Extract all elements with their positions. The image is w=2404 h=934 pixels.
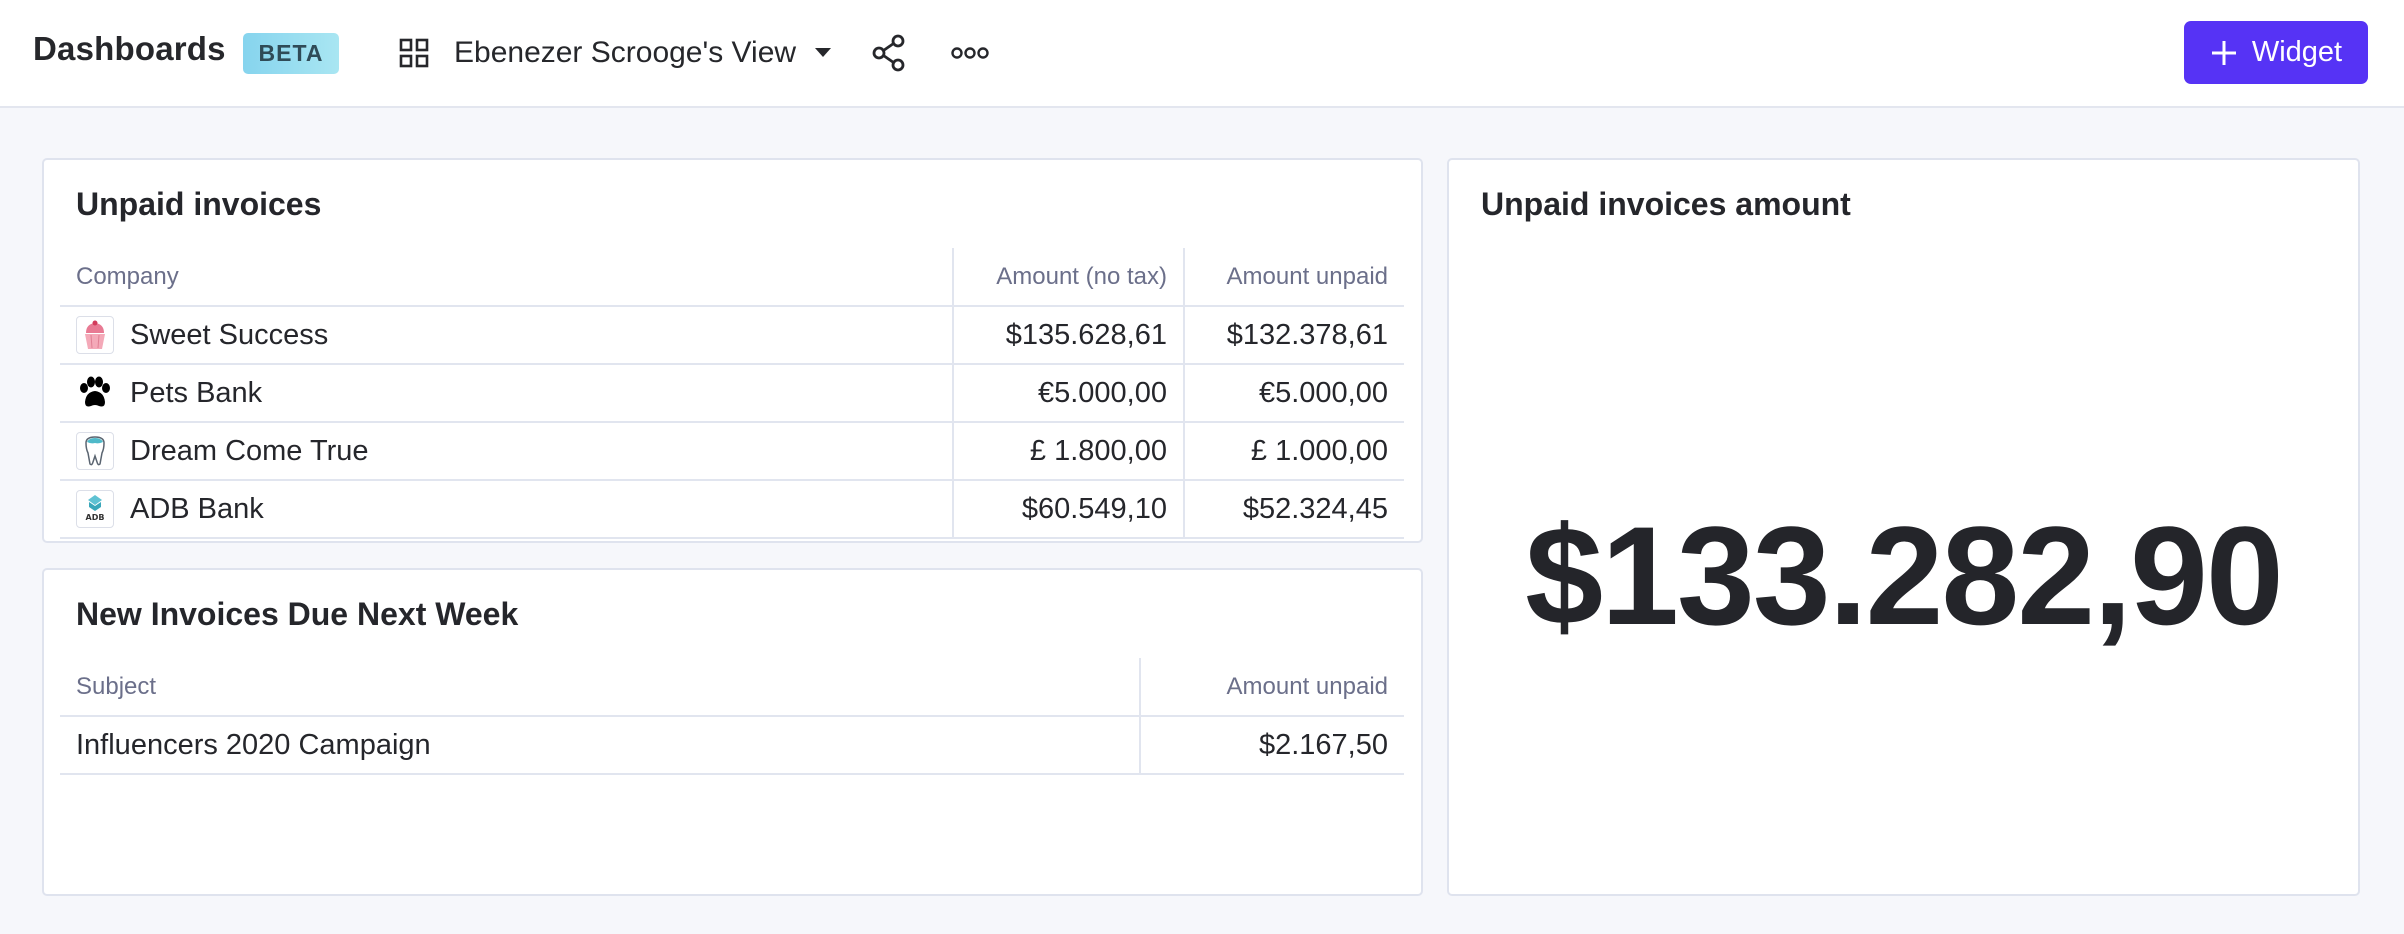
- table-row[interactable]: Sweet Success $135.628,61 $132.378,61: [60, 306, 1404, 365]
- column-header-company[interactable]: Company: [60, 248, 953, 307]
- adb-bank-logo: ADB: [76, 490, 114, 528]
- add-widget-button[interactable]: Widget: [2184, 21, 2368, 84]
- amount-no-tax: $135.628,61: [952, 306, 1184, 365]
- unpaid-amount-title: Unpaid invoices amount: [1481, 186, 1851, 222]
- column-header-amount-unpaid[interactable]: Amount unpaid: [1139, 658, 1404, 717]
- amount-no-tax: €5.000,00: [952, 364, 1184, 423]
- cupcake-icon: [76, 316, 114, 354]
- invoices-due-next-week-widget: New Invoices Due Next Week Subject Amoun…: [42, 568, 1423, 896]
- view-selector[interactable]: Ebenezer Scrooge's View: [398, 28, 832, 78]
- share-button[interactable]: [866, 30, 912, 76]
- amount-unpaid: $132.378,61: [1183, 306, 1404, 365]
- company-name: Sweet Success: [130, 318, 329, 351]
- more-horizontal-icon: [951, 47, 989, 59]
- table-row[interactable]: Dream Come True £ 1.800,00 £ 1.000,00: [60, 422, 1404, 481]
- page-title: Dashboards: [33, 30, 226, 67]
- unpaid-invoices-widget: Unpaid invoices Company Amount (no tax) …: [42, 158, 1423, 543]
- table-row[interactable]: Pets Bank €5.000,00 €5.000,00: [60, 364, 1404, 423]
- table-row[interactable]: ADB ADB Bank $60.549,10 $52.324,45: [60, 480, 1404, 539]
- more-options-button[interactable]: [947, 30, 993, 76]
- unpaid-amount-widget: Unpaid invoices amount $133.282,90: [1447, 158, 2360, 896]
- amount-no-tax: $60.549,10: [952, 480, 1184, 539]
- amount-unpaid: $2.167,50: [1139, 716, 1404, 775]
- table-header-row: Subject Amount unpaid: [60, 658, 1404, 717]
- paw-icon: [76, 374, 114, 412]
- beta-badge: BETA: [243, 33, 339, 74]
- amount-unpaid: €5.000,00: [1183, 364, 1404, 423]
- table-row[interactable]: Influencers 2020 Campaign $2.167,50: [60, 716, 1404, 775]
- chevron-down-icon: [815, 48, 832, 57]
- column-header-subject[interactable]: Subject: [60, 658, 1140, 717]
- amount-unpaid: $52.324,45: [1183, 480, 1404, 539]
- invoices-due-title: New Invoices Due Next Week: [76, 596, 519, 632]
- column-header-amount-unpaid[interactable]: Amount unpaid: [1183, 248, 1404, 307]
- plus-icon: [2211, 40, 2236, 65]
- grid-icon: [399, 38, 429, 68]
- share-icon: [872, 34, 905, 72]
- table-header-row: Company Amount (no tax) Amount unpaid: [60, 248, 1404, 307]
- column-header-amount-no-tax[interactable]: Amount (no tax): [952, 248, 1184, 307]
- unpaid-invoices-title: Unpaid invoices: [76, 186, 322, 222]
- adb-logo-text: ADB: [86, 513, 105, 522]
- view-name: Ebenezer Scrooge's View: [454, 36, 797, 69]
- company-name: Pets Bank: [130, 376, 263, 409]
- amount-no-tax: £ 1.800,00: [952, 422, 1184, 481]
- tooth-icon: [76, 432, 114, 470]
- invoices-due-table: Subject Amount unpaid Influencers 2020 C…: [60, 658, 1404, 775]
- amount-unpaid: £ 1.000,00: [1183, 422, 1404, 481]
- company-name: ADB Bank: [130, 492, 264, 525]
- invoice-subject: Influencers 2020 Campaign: [60, 716, 1140, 775]
- add-widget-label: Widget: [2251, 36, 2343, 68]
- company-name: Dream Come True: [130, 434, 369, 467]
- unpaid-amount-value: $133.282,90: [1525, 497, 2284, 654]
- unpaid-invoices-table: Company Amount (no tax) Amount unpaid Sw…: [60, 248, 1404, 539]
- top-bar: Dashboards BETA Ebenezer Scrooge's View: [0, 0, 2404, 108]
